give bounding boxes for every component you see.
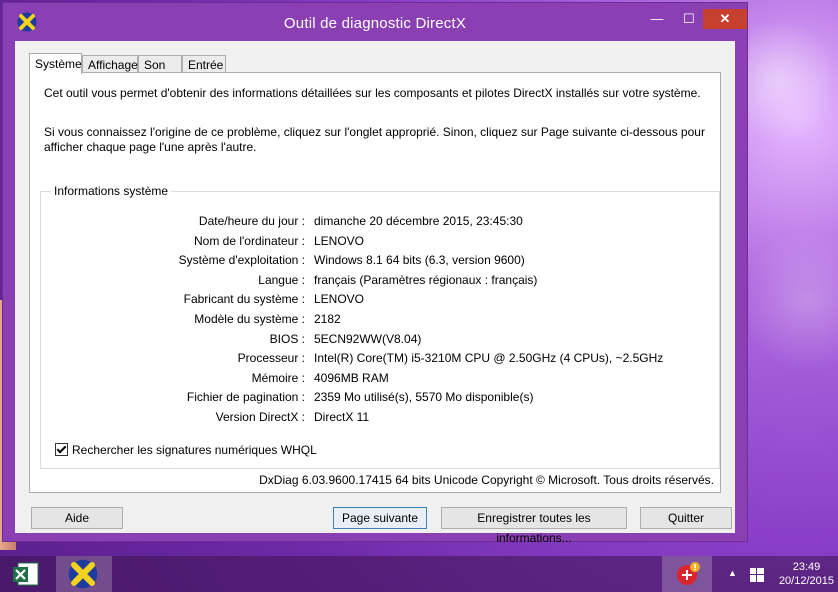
- minimize-button[interactable]: —: [643, 9, 671, 29]
- info-row-computer: Nom de l'ordinateur : LENOVO: [41, 232, 719, 252]
- info-value: 2182: [314, 311, 341, 326]
- help-button[interactable]: Aide: [31, 507, 123, 529]
- directx-taskbar-icon[interactable]: [68, 559, 98, 589]
- info-value: Windows 8.1 64 bits (6.3, version 9600): [314, 253, 525, 268]
- tab-entree[interactable]: Entrée: [182, 55, 226, 73]
- info-value: DirectX 11: [314, 409, 370, 424]
- info-row-pagefile: Fichier de pagination : 2359 Mo utilisé(s…: [41, 388, 719, 408]
- clock-time: 23:49: [792, 561, 821, 573]
- next-page-button[interactable]: Page suivante: [333, 507, 427, 529]
- dialog-client: Système Affichage Son Entrée Cet outil v…: [15, 41, 735, 545]
- info-row-language: Langue : français (Paramètres régionaux :…: [41, 271, 719, 291]
- info-key: Processeur :: [237, 351, 305, 366]
- excel-icon[interactable]: [12, 561, 40, 587]
- taskbar-clock[interactable]: 23:49 20/12/2015: [779, 560, 834, 588]
- clock-date: 20/12/2015: [778, 575, 834, 587]
- info-value: 2359 Mo utilisé(s), 5570 Mo disponible(s…: [314, 390, 534, 405]
- taskbar-excel[interactable]: [2, 556, 52, 592]
- intro-text-2: Si vous connaissez l'origine de ce probl…: [44, 125, 705, 154]
- info-row-os: Système d'exploitation : Windows 8.1 64 b…: [41, 251, 719, 271]
- taskbar: ▲ 23:49 20/12/2015: [0, 556, 838, 592]
- save-all-button[interactable]: Enregistrer toutes les informations...: [441, 507, 627, 545]
- whql-checkbox-label[interactable]: Rechercher les signatures numériques WHQ…: [72, 443, 317, 457]
- intro-text-1: Cet outil vous permet d'obtenir des info…: [44, 86, 701, 100]
- windows-flag-icon[interactable]: [750, 568, 764, 582]
- info-row-directx: Version DirectX : DirectX 11: [41, 408, 719, 428]
- system-panel: Cet outil vous permet d'obtenir des info…: [29, 72, 721, 493]
- info-value: Intel(R) Core(TM) i5-3210M CPU @ 2.50GHz…: [314, 351, 664, 366]
- info-key: Date/heure du jour :: [198, 214, 305, 228]
- info-value: français (Paramètres régionaux : françai…: [314, 272, 538, 287]
- tab-affichage[interactable]: Affichage: [82, 55, 138, 73]
- info-key: Système d'exploitation :: [178, 253, 305, 268]
- system-info-label: Informations système: [51, 184, 172, 198]
- info-value: LENOVO: [314, 233, 365, 248]
- quit-button[interactable]: Quitter: [640, 507, 732, 529]
- system-info-rows: Date/heure du jour : dimanche 20 décembre…: [41, 212, 719, 428]
- info-key: Nom de l'ordinateur :: [193, 233, 305, 248]
- whql-checkbox[interactable]: Rechercher les signatures numériques WHQ…: [55, 443, 317, 457]
- system-info-group: Informations système Date/heure du jour …: [40, 184, 720, 469]
- info-row-processor: Processeur : Intel(R) Core(TM) i5-3210M C…: [41, 349, 719, 369]
- checkbox-checked-icon[interactable]: [55, 443, 68, 456]
- info-value: 4096MB RAM: [314, 370, 389, 385]
- info-key: Version DirectX :: [215, 409, 305, 424]
- dxdiag-window: Outil de diagnostic DirectX — ☐ ✕ Systèm…: [2, 2, 748, 545]
- info-key: Modèle du système :: [194, 311, 305, 326]
- info-key: Fichier de pagination :: [186, 390, 305, 405]
- info-key: Langue :: [258, 272, 305, 287]
- info-value: dimanche 20 décembre 2015, 23:45:30: [314, 214, 523, 228]
- window-title: Outil de diagnostic DirectX: [283, 15, 467, 32]
- info-key: Fabricant du système :: [183, 292, 305, 307]
- info-key: Mémoire :: [251, 370, 305, 385]
- taskbar-dxdiag[interactable]: [56, 556, 112, 592]
- info-row-bios: BIOS : 5ECN92WW(V8.04): [41, 330, 719, 350]
- title-bar[interactable]: Outil de diagnostic DirectX — ☐ ✕: [3, 3, 747, 41]
- copyright-text: DxDiag 6.03.9600.17415 64 bits Unicode C…: [259, 473, 714, 487]
- info-key: BIOS :: [269, 331, 305, 346]
- taskbar-tray-app[interactable]: [662, 556, 712, 592]
- info-value: 5ECN92WW(V8.04): [314, 331, 422, 346]
- close-button[interactable]: ✕: [703, 9, 747, 29]
- maximize-button[interactable]: ☐: [675, 9, 703, 29]
- antivirus-icon[interactable]: [675, 561, 701, 587]
- tab-systeme[interactable]: Système: [29, 53, 82, 74]
- info-row-model: Modèle du système : 2182: [41, 310, 719, 330]
- info-row-manufacturer: Fabricant du système : LENOVO: [41, 290, 719, 310]
- info-row-memory: Mémoire : 4096MB RAM: [41, 369, 719, 389]
- tab-son[interactable]: Son: [138, 55, 182, 73]
- tray-chevron-icon[interactable]: ▲: [728, 568, 737, 578]
- info-value: LENOVO: [314, 292, 365, 307]
- info-row-date: Date/heure du jour : dimanche 20 décembre…: [41, 212, 719, 232]
